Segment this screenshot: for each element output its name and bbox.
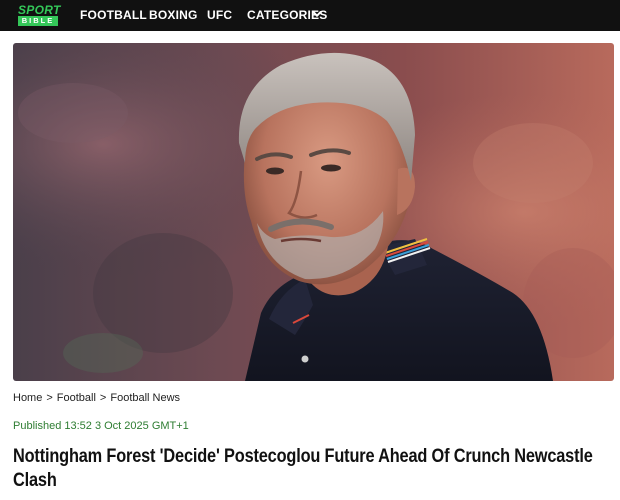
- nav-boxing[interactable]: BOXING: [149, 7, 198, 23]
- breadcrumb-football-news[interactable]: Football News: [110, 391, 180, 405]
- site-logo[interactable]: SPORT BIBLE: [17, 3, 61, 27]
- breadcrumb-separator: >: [99, 392, 107, 404]
- nav-football[interactable]: FOOTBALL: [80, 7, 147, 23]
- hero-photo-illustration: [13, 43, 614, 381]
- article-headline: Nottingham Forest 'Decide' Postecoglou F…: [13, 446, 593, 491]
- breadcrumb: Home > Football > Football News: [13, 391, 180, 405]
- published-timestamp: Published 13:52 3 Oct 2025 GMT+1: [13, 420, 189, 432]
- top-navigation-bar: SPORT BIBLE FOOTBALL BOXING UFC CATEGORI…: [0, 0, 620, 31]
- logo-sport-text: SPORT: [18, 3, 61, 17]
- breadcrumb-home[interactable]: Home: [13, 391, 42, 405]
- nav-ufc[interactable]: UFC: [207, 7, 232, 23]
- breadcrumb-separator: >: [46, 392, 53, 404]
- logo-bible-text: BIBLE: [18, 16, 58, 26]
- chevron-down-icon[interactable]: [312, 9, 322, 19]
- breadcrumb-football[interactable]: Football: [57, 391, 96, 405]
- hero-image: [13, 43, 614, 381]
